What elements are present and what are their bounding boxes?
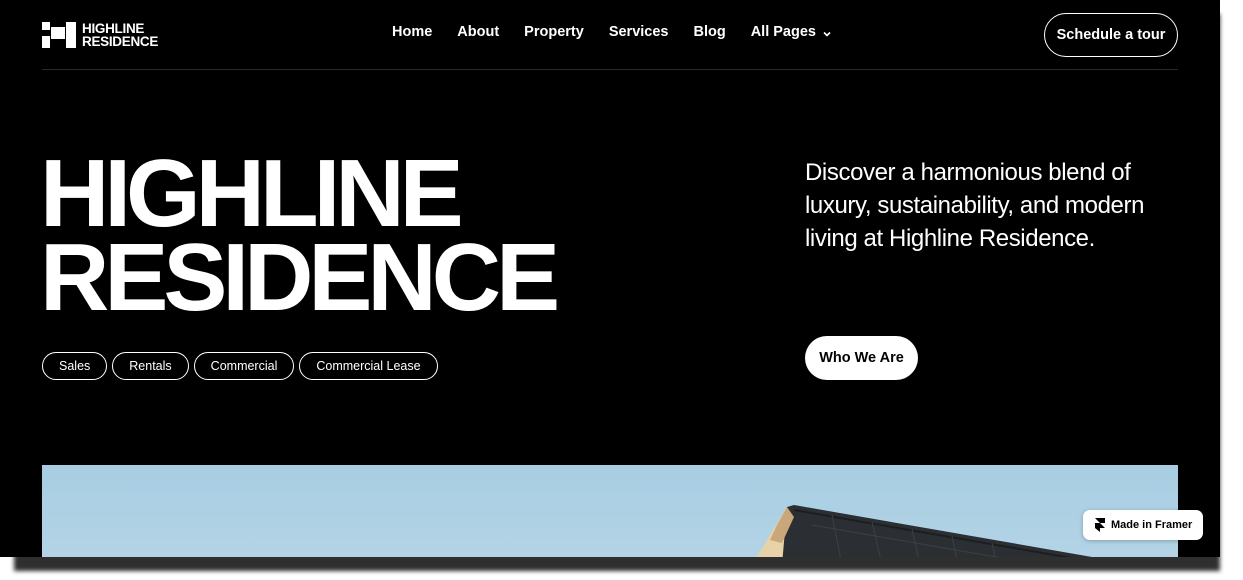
made-in-framer-badge[interactable]: Made in Framer — [1083, 510, 1203, 540]
nav-all-pages[interactable]: All Pages — [751, 24, 832, 40]
category-tags: Sales Rentals Commercial Commercial Leas… — [42, 352, 438, 380]
tag-commercial[interactable]: Commercial — [193, 352, 295, 380]
hero-title-line2: RESIDENCE — [40, 224, 560, 331]
hero-image — [42, 465, 1178, 557]
brand-logo[interactable]: HIGHLINE RESIDENCE — [42, 22, 158, 48]
framer-icon — [1095, 518, 1105, 532]
main-nav: Home About Property Services Blog All Pa… — [392, 24, 832, 40]
nav-all-pages-label: All Pages — [750, 24, 816, 40]
schedule-tour-button[interactable]: Schedule a tour — [1044, 13, 1178, 57]
hero-description: Discover a harmonious blend of luxury, s… — [805, 159, 1145, 252]
page: HIGHLINE RESIDENCE Home About Property S… — [0, 0, 1220, 557]
nav-services[interactable]: Services — [609, 24, 669, 40]
chevron-down-icon — [822, 27, 832, 37]
who-we-are-button[interactable]: Who We Are — [805, 336, 918, 380]
hero-title: HIGHLINE RESIDENCE — [40, 146, 560, 331]
nav-home[interactable]: Home — [392, 24, 432, 40]
highline-logo-mark-icon — [42, 22, 76, 48]
tag-sales[interactable]: Sales — [42, 352, 108, 380]
framer-badge-label: Made in Framer — [1111, 519, 1193, 531]
nav-blog[interactable]: Blog — [693, 24, 725, 40]
brand-wordmark: HIGHLINE RESIDENCE — [82, 22, 159, 49]
nav-about[interactable]: About — [457, 24, 499, 40]
nav-property[interactable]: Property — [524, 24, 584, 40]
brand-line2: RESIDENCE — [82, 34, 159, 49]
tag-rentals[interactable]: Rentals — [112, 352, 189, 380]
header-divider — [42, 69, 1178, 70]
tag-commercial-lease[interactable]: Commercial Lease — [299, 352, 438, 380]
